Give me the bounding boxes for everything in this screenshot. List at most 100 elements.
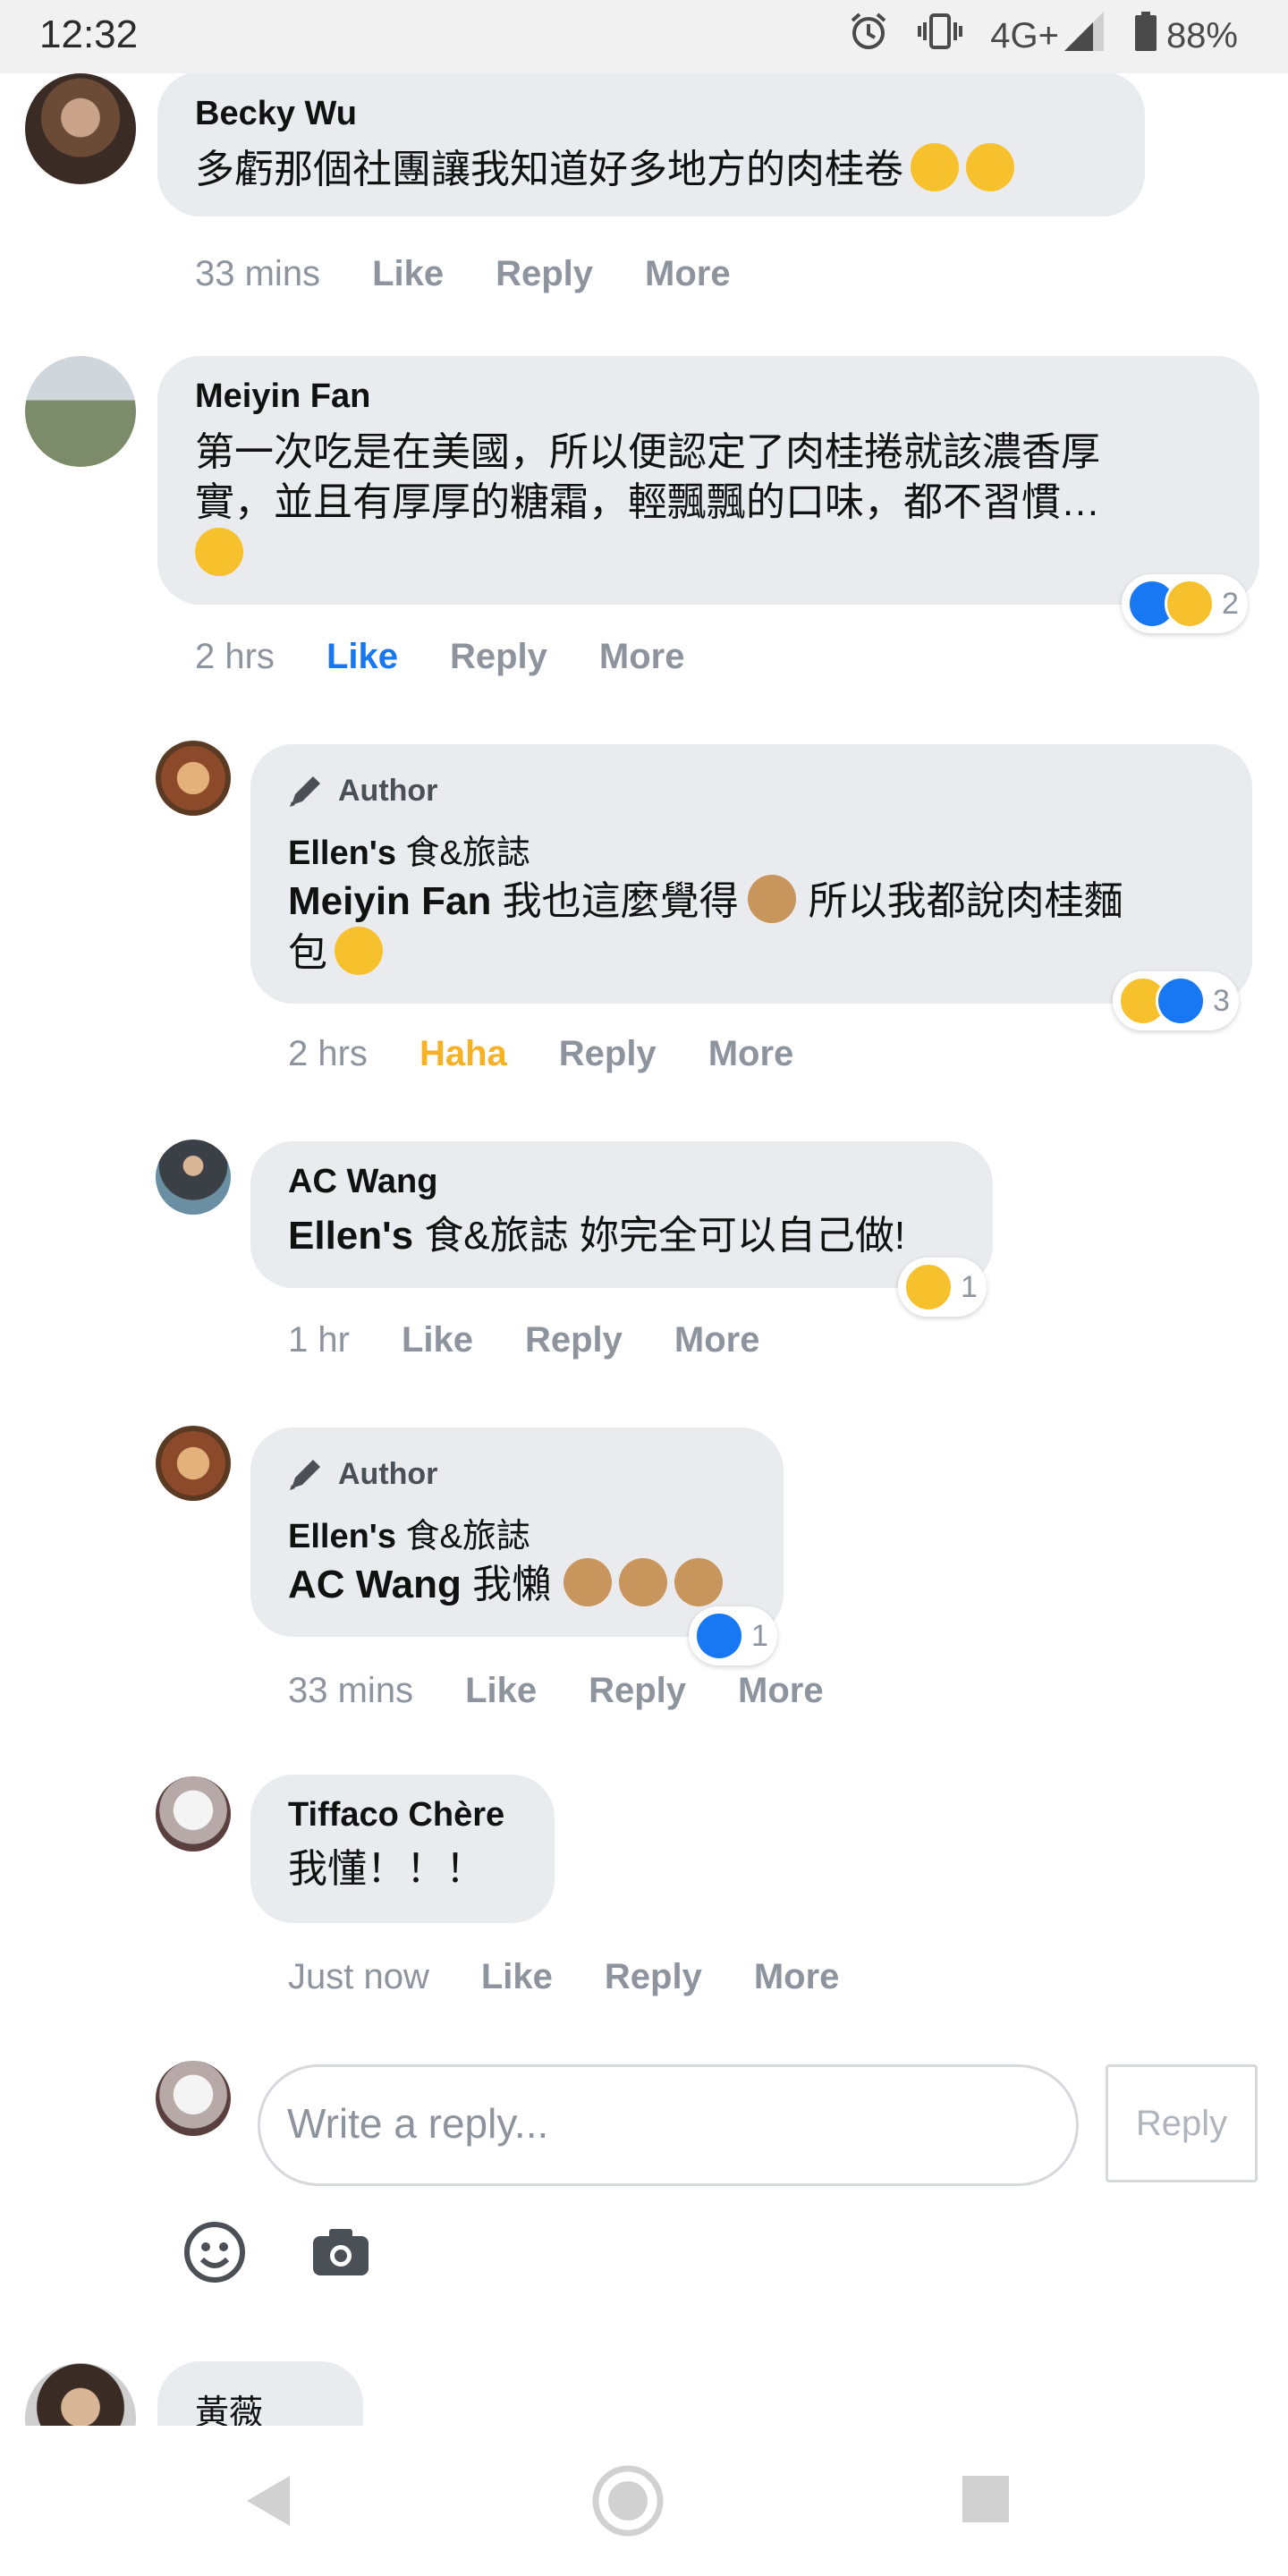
comment-text: 多虧那個社團讓我知道好多地方的肉桂卷 <box>195 143 1014 195</box>
camera-button[interactable] <box>309 2224 372 2281</box>
system-nav-bar <box>0 2426 1288 2576</box>
like-reaction-icon <box>1156 976 1206 1026</box>
see-no-evil-monkey-icon <box>564 1558 613 1606</box>
avatar[interactable] <box>156 1140 231 1215</box>
smirk-emoji-icon <box>195 528 243 576</box>
like-button[interactable]: Like <box>465 1671 537 1711</box>
alarm-icon <box>847 10 890 62</box>
mention-rest: 食&旅誌 <box>424 1214 569 1258</box>
commenter-name[interactable]: Ellen's 食&旅誌 <box>288 1508 530 1557</box>
reply-submit-button[interactable]: Reply <box>1106 2064 1258 2182</box>
reaction-summary[interactable]: 1 <box>898 1258 987 1317</box>
avatar[interactable] <box>156 1426 231 1501</box>
comment-text-line: 實，並且有厚厚的糖霜，輕飄飄的口味，都不習慣… <box>195 480 1100 524</box>
author-badge: Author <box>286 1454 437 1494</box>
status-icons: 4G+ 88% <box>820 11 1238 61</box>
comment-time: Just now <box>288 1957 429 1996</box>
laughing-emoji-icon <box>335 927 383 975</box>
battery-level: 88% <box>1165 15 1238 55</box>
reaction-summary[interactable]: 2 <box>1122 574 1248 633</box>
commenter-name[interactable]: Tiffaco Chère <box>288 1796 504 1835</box>
commenter-name[interactable]: 黃薇 <box>195 2385 263 2426</box>
comment-actions: Just now Like Reply More <box>288 1957 891 1997</box>
reply-button[interactable]: Reply <box>605 1957 702 1997</box>
home-circle-icon <box>592 2465 664 2537</box>
page-name-rest: 食&旅誌 <box>405 1518 530 1555</box>
more-button[interactable]: More <box>738 1671 824 1711</box>
back-button[interactable] <box>236 2465 308 2537</box>
home-button[interactable] <box>590 2463 665 2538</box>
reaction-summary[interactable]: 3 <box>1113 971 1239 1030</box>
signal-icon <box>1063 10 1107 62</box>
more-button[interactable]: More <box>674 1320 760 1360</box>
mention-link[interactable]: AC Wang <box>288 1563 462 1606</box>
reaction-count: 2 <box>1222 586 1239 621</box>
comment-text-body: 多虧那個社團讓我知道好多地方的肉桂卷 <box>195 148 903 191</box>
reaction-count: 1 <box>751 1618 768 1653</box>
reply-input[interactable]: Write a reply... <box>258 2064 1079 2186</box>
comment-text: Meiyin Fan 我也這麼覺得 所以我都說肉桂麵 包 <box>288 875 1123 979</box>
smirk-emoji-icon <box>911 143 959 191</box>
avatar[interactable] <box>156 1776 231 1852</box>
recents-button[interactable] <box>959 2472 1013 2526</box>
like-reaction-icon <box>694 1611 744 1661</box>
mention-bold: Ellen's <box>288 1214 414 1258</box>
comment-text-body: 包 <box>288 931 327 975</box>
see-no-evil-monkey-icon <box>747 875 796 923</box>
commenter-name[interactable]: Meiyin Fan <box>195 377 370 416</box>
avatar[interactable] <box>156 741 231 816</box>
reply-button[interactable]: Reply <box>559 1034 657 1074</box>
like-button[interactable]: Like <box>402 1320 473 1360</box>
avatar[interactable] <box>25 2363 136 2426</box>
comment-text: 第一次吃是在美國，所以便認定了肉桂捲就該濃香厚 實，並且有厚厚的糖霜，輕飄飄的口… <box>195 428 1100 580</box>
avatar[interactable] <box>25 356 136 467</box>
commenter-name[interactable]: Becky Wu <box>195 95 357 133</box>
mention-link[interactable]: Ellen's 食&旅誌 <box>288 1214 569 1258</box>
haha-reaction-icon <box>903 1262 953 1312</box>
comment-text: 我懂！！！ <box>288 1847 485 1891</box>
comment-time: 33 mins <box>288 1671 414 1710</box>
pencil-icon <box>290 776 320 807</box>
comment-time: 2 hrs <box>195 637 275 676</box>
page-name-bold: Ellen's <box>288 835 396 872</box>
commenter-name[interactable]: AC Wang <box>288 1163 437 1201</box>
commenter-name[interactable]: Ellen's 食&旅誌 <box>288 825 530 874</box>
see-no-evil-monkey-icon <box>674 1558 724 1606</box>
comment-text-body: 所以我都說肉桂麵 <box>808 879 1123 923</box>
like-button[interactable]: Like <box>372 254 444 294</box>
more-button[interactable]: More <box>645 254 731 294</box>
reply-button[interactable]: Reply <box>496 254 593 294</box>
more-button[interactable]: More <box>708 1034 794 1074</box>
author-label: Author <box>338 1456 438 1491</box>
battery-icon <box>1134 10 1157 62</box>
reaction-count: 3 <box>1213 983 1230 1018</box>
mention-link[interactable]: Meiyin Fan <box>288 879 491 923</box>
page-name-rest: 食&旅誌 <box>405 835 530 872</box>
current-user-avatar <box>156 2061 231 2136</box>
vibrate-icon <box>917 10 963 62</box>
back-triangle-icon <box>247 2476 290 2526</box>
reaction-summary[interactable]: 1 <box>689 1606 777 1665</box>
author-label: Author <box>338 773 438 808</box>
comment-time: 2 hrs <box>288 1034 368 1073</box>
like-button[interactable]: Like <box>326 637 398 677</box>
comment-actions: 33 mins Like Reply More <box>195 254 783 294</box>
emoji-button[interactable] <box>182 2220 247 2284</box>
recents-square-icon <box>962 2476 1009 2522</box>
more-button[interactable]: More <box>754 1957 840 1997</box>
avatar[interactable] <box>25 73 136 184</box>
like-button[interactable]: Like <box>481 1957 553 1997</box>
page-name-bold: Ellen's <box>288 1518 396 1555</box>
more-button[interactable]: More <box>599 637 685 677</box>
haha-reaction-icon <box>1165 579 1215 629</box>
smiley-icon <box>184 2222 245 2283</box>
reply-button[interactable]: Reply <box>525 1320 623 1360</box>
comment-actions: 2 hrs Like Reply More <box>195 637 737 677</box>
comment-actions: 33 mins Like Reply More <box>288 1671 876 1711</box>
like-button[interactable]: Haha <box>419 1034 507 1074</box>
comment-actions: 1 hr Like Reply More <box>288 1320 812 1360</box>
comment-text-body: 妳完全可以自己做! <box>579 1214 906 1258</box>
comment-time: 33 mins <box>195 254 321 293</box>
reply-button[interactable]: Reply <box>589 1671 686 1711</box>
reply-button[interactable]: Reply <box>450 637 547 677</box>
